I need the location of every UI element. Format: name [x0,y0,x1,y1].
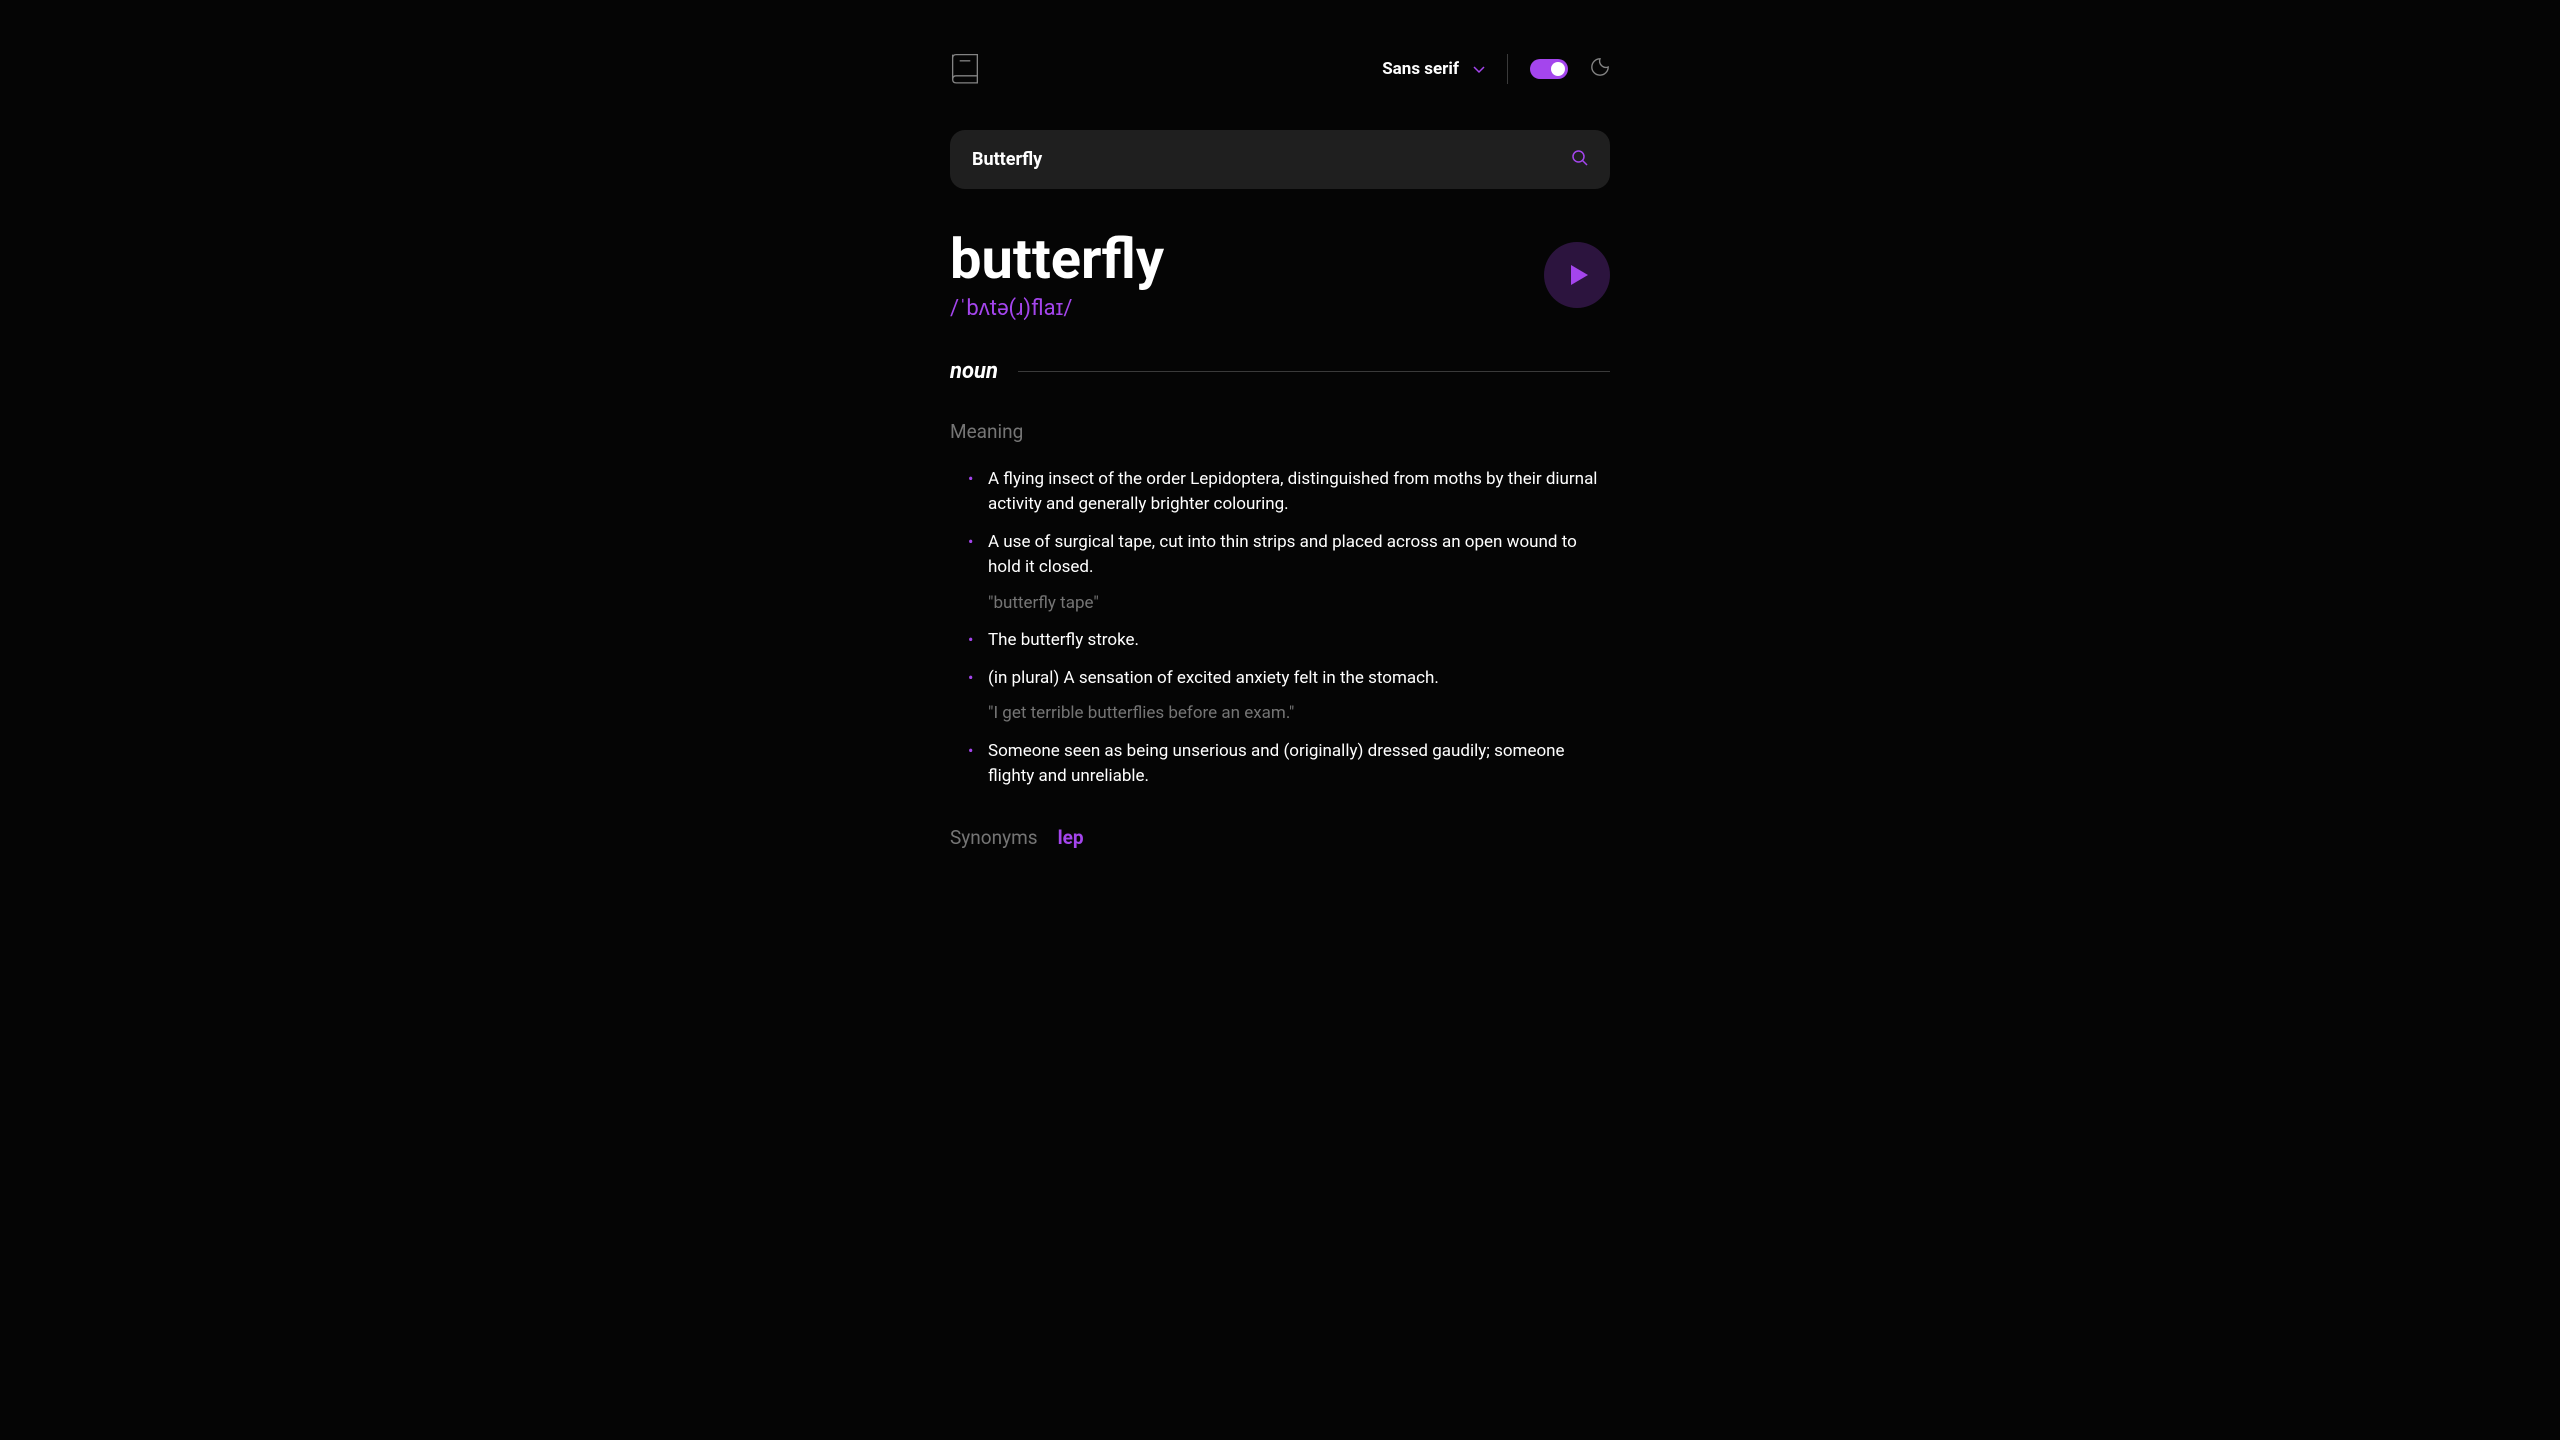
synonyms-label: Synonyms [950,826,1038,849]
meaning-label: Meaning [950,420,1610,443]
search-icon[interactable] [1572,150,1588,170]
definition-item: Someone seen as being unserious and (ori… [968,739,1610,790]
definition-item: A flying insect of the order Lepidoptera… [968,467,1610,518]
definition-text: (in plural) A sensation of excited anxie… [988,668,1439,688]
font-selector[interactable]: Sans serif [1382,59,1485,79]
pos-divider-line [1018,371,1610,372]
dark-mode-toggle[interactable] [1530,59,1568,79]
word-phonetic: /ˈbʌtə(ɹ)flaɪ/ [950,295,1164,321]
definition-text: A flying insect of the order Lepidoptera… [988,469,1597,515]
moon-icon [1590,57,1610,81]
synonym-link[interactable]: lep [1058,826,1084,849]
definition-item: (in plural) A sensation of excited anxie… [968,666,1610,727]
app-header: Sans serif [950,52,1610,86]
chevron-down-icon [1473,59,1485,79]
font-selector-label: Sans serif [1382,59,1459,79]
definition-list: A flying insect of the order Lepidoptera… [950,467,1610,790]
header-divider [1507,54,1508,84]
definition-text: A use of surgical tape, cut into thin st… [988,532,1577,578]
definition-text: Someone seen as being unserious and (ori… [988,741,1565,787]
definition-item: A use of surgical tape, cut into thin st… [968,530,1610,617]
header-controls: Sans serif [1382,54,1610,84]
definition-example: "I get terrible butterflies before an ex… [988,701,1610,727]
word-title: butterfly [950,229,1164,291]
synonyms-row: Synonyms lep [950,826,1610,849]
definition-item: The butterfly stroke. [968,628,1610,654]
search-input[interactable] [972,149,1572,170]
toggle-knob [1551,62,1565,76]
word-header: butterfly /ˈbʌtə(ɹ)flaɪ/ [950,229,1610,321]
search-bar [950,130,1610,189]
part-of-speech-row: noun [950,359,1610,384]
play-audio-button[interactable] [1544,242,1610,308]
book-logo-icon [950,52,980,86]
definition-text: The butterfly stroke. [988,630,1139,650]
definition-example: "butterfly tape" [988,591,1610,617]
part-of-speech: noun [950,359,998,384]
play-icon [1571,265,1588,285]
